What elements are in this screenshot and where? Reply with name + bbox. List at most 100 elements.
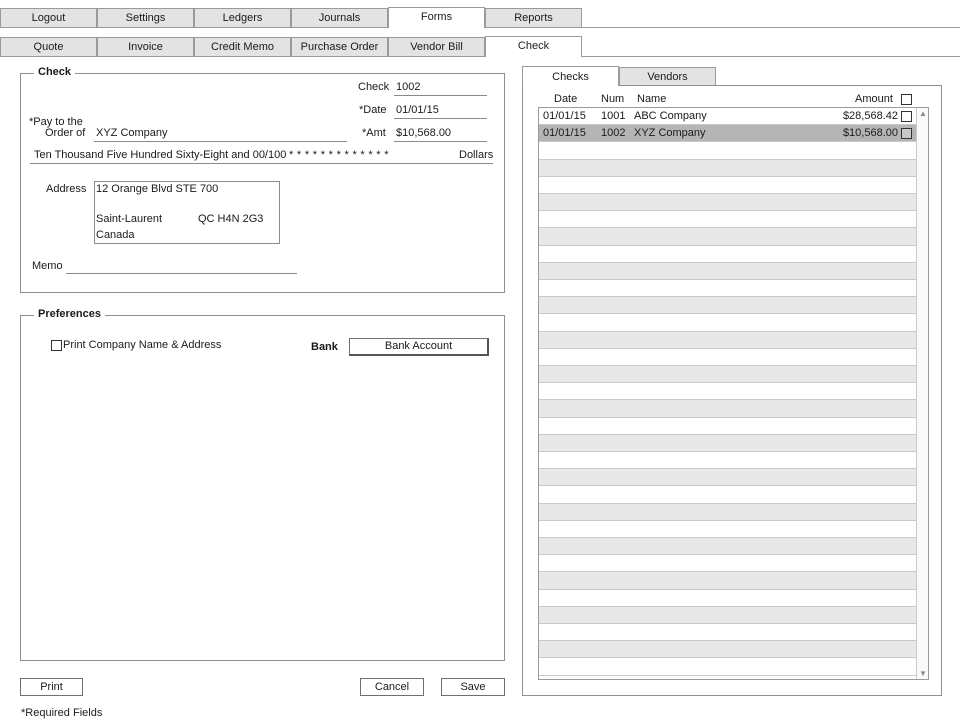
tab-ledgers[interactable]: Ledgers bbox=[194, 8, 291, 28]
empty-row bbox=[539, 589, 916, 607]
empty-row bbox=[539, 348, 916, 366]
empty-row bbox=[539, 280, 916, 298]
print-button[interactable]: Print bbox=[20, 678, 83, 696]
check-legend: Check bbox=[34, 66, 76, 78]
empty-row bbox=[539, 297, 916, 315]
col-amount[interactable]: Amount bbox=[855, 93, 893, 105]
tab-invoice[interactable]: Invoice bbox=[97, 37, 194, 57]
payee-field[interactable]: XYZ Company bbox=[96, 127, 168, 139]
cancel-button[interactable]: Cancel bbox=[360, 678, 424, 696]
print-company-checkbox[interactable] bbox=[51, 340, 62, 351]
table-row[interactable]: 01/01/15 1002 XYZ Company $10,568.00 bbox=[539, 125, 916, 143]
tab-vendor-bill[interactable]: Vendor Bill bbox=[388, 37, 485, 57]
empty-row bbox=[539, 520, 916, 538]
col-name[interactable]: Name bbox=[637, 93, 666, 105]
empty-row bbox=[539, 211, 916, 229]
empty-row bbox=[539, 142, 916, 160]
preferences-group bbox=[20, 315, 505, 661]
empty-row bbox=[539, 486, 916, 504]
bank-account-button[interactable]: Bank Account bbox=[349, 338, 489, 356]
check-number-underline bbox=[394, 95, 487, 96]
address-line1: 12 Orange Blvd STE 700 bbox=[96, 183, 219, 195]
empty-row bbox=[539, 417, 916, 435]
empty-row bbox=[539, 606, 916, 624]
required-fields-note: *Required Fields bbox=[21, 707, 103, 719]
tab-settings[interactable]: Settings bbox=[97, 8, 194, 28]
memo-underline bbox=[66, 273, 297, 274]
empty-row bbox=[539, 434, 916, 452]
address-field[interactable]: 12 Orange Blvd STE 700 Saint-Laurent QC … bbox=[94, 181, 280, 244]
row-num: 1001 bbox=[601, 110, 626, 122]
print-company-label: Print Company Name & Address bbox=[63, 339, 222, 351]
empty-row bbox=[539, 159, 916, 177]
row-amount: $28,568.42 bbox=[842, 110, 898, 122]
amount-label: *Amt bbox=[362, 127, 386, 139]
empty-row bbox=[539, 641, 916, 659]
address-region: QC H4N 2G3 bbox=[198, 213, 264, 225]
amount-in-words: Ten Thousand Five Hundred Sixty-Eight an… bbox=[34, 149, 287, 161]
tab-logout[interactable]: Logout bbox=[0, 8, 97, 28]
tab-journals[interactable]: Journals bbox=[291, 8, 388, 28]
empty-row bbox=[539, 366, 916, 384]
tab-forms[interactable]: Forms bbox=[388, 7, 485, 28]
address-country: Canada bbox=[96, 229, 135, 241]
row-date: 01/01/15 bbox=[543, 110, 586, 122]
table-row[interactable]: 01/01/15 1001 ABC Company $28,568.42 bbox=[539, 108, 916, 126]
empty-row bbox=[539, 538, 916, 556]
tab-purchase-order[interactable]: Purchase Order bbox=[291, 37, 388, 57]
empty-row bbox=[539, 452, 916, 470]
empty-row bbox=[539, 245, 916, 263]
tab-quote[interactable]: Quote bbox=[0, 37, 97, 57]
address-label: Address bbox=[46, 183, 87, 195]
tab-credit-memo[interactable]: Credit Memo bbox=[194, 37, 291, 57]
empty-row bbox=[539, 314, 916, 332]
checks-scrollbar[interactable]: ▲ ▼ bbox=[916, 108, 928, 679]
dollars-label: Dollars bbox=[459, 149, 494, 161]
empty-row bbox=[539, 400, 916, 418]
amount-filler-stars: * * * * * * * * * * * * * bbox=[289, 149, 389, 161]
empty-row bbox=[539, 555, 916, 573]
col-num[interactable]: Num bbox=[601, 93, 624, 105]
check-number-field[interactable]: 1002 bbox=[396, 81, 420, 93]
form-tab-divider bbox=[0, 56, 960, 57]
payto-label-line2: Order of bbox=[45, 127, 86, 139]
empty-row bbox=[539, 228, 916, 246]
memo-label: Memo bbox=[32, 260, 63, 272]
date-label: *Date bbox=[359, 104, 387, 116]
amount-underline bbox=[394, 141, 487, 142]
empty-row bbox=[539, 624, 916, 642]
tab-checks[interactable]: Checks bbox=[522, 66, 619, 86]
row-num: 1002 bbox=[601, 127, 626, 140]
row-date: 01/01/15 bbox=[543, 127, 586, 140]
memo-field[interactable] bbox=[68, 260, 296, 274]
tab-vendors[interactable]: Vendors bbox=[619, 67, 716, 85]
empty-row bbox=[539, 262, 916, 280]
row-amount: $10,568.00 bbox=[842, 127, 898, 140]
check-number-label: Check bbox=[358, 81, 390, 93]
preferences-legend: Preferences bbox=[34, 308, 105, 320]
empty-row bbox=[539, 194, 916, 212]
empty-row bbox=[539, 572, 916, 590]
row-name: XYZ Company bbox=[634, 127, 706, 140]
empty-row bbox=[539, 503, 916, 521]
empty-row bbox=[539, 469, 916, 487]
amount-field[interactable]: $10,568.00 bbox=[396, 127, 451, 139]
col-date[interactable]: Date bbox=[554, 93, 577, 105]
date-field[interactable]: 01/01/15 bbox=[396, 104, 439, 116]
row-checkbox[interactable] bbox=[901, 111, 912, 122]
empty-row bbox=[539, 331, 916, 349]
bank-label: Bank bbox=[311, 341, 338, 353]
empty-row bbox=[539, 176, 916, 194]
select-all-checkbox[interactable] bbox=[901, 94, 912, 105]
tab-check[interactable]: Check bbox=[485, 36, 582, 57]
row-checkbox[interactable] bbox=[901, 128, 912, 140]
date-underline bbox=[394, 118, 487, 119]
scroll-up-arrow-icon[interactable]: ▲ bbox=[919, 109, 927, 118]
empty-row bbox=[539, 383, 916, 401]
save-button[interactable]: Save bbox=[441, 678, 505, 696]
payee-underline bbox=[94, 141, 347, 142]
tab-reports[interactable]: Reports bbox=[485, 8, 582, 28]
empty-row bbox=[539, 658, 916, 676]
scroll-down-arrow-icon[interactable]: ▼ bbox=[919, 669, 927, 678]
address-city: Saint-Laurent bbox=[96, 213, 163, 225]
